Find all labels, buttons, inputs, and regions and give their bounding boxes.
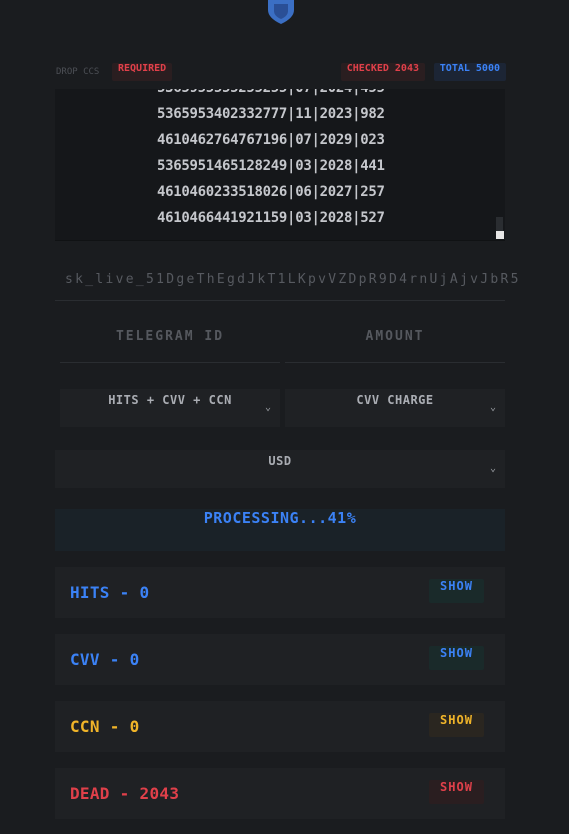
checked-count-badge: CHECKED 2043 xyxy=(340,63,425,81)
charge-select[interactable]: CVV CHARGE ⌄ xyxy=(285,389,505,427)
telegram-id-placeholder: TELEGRAM ID xyxy=(115,329,225,344)
hits-panel: HITS - 0 SHOW xyxy=(55,567,505,618)
chevron-down-icon: ⌄ xyxy=(489,463,496,474)
resize-grip-icon[interactable] xyxy=(496,231,504,239)
cards-header: DROP CCS REQUIRED CHECKED 2043 TOTAL 500… xyxy=(56,63,506,83)
required-badge: REQUIRED xyxy=(112,63,173,81)
sk-key-value: sk_live_51DgeThEgdJkT1LKpvVZDpR9D4rnUjAj… xyxy=(65,272,521,287)
amount-placeholder: AMOUNT xyxy=(365,329,425,344)
amount-input[interactable]: AMOUNT xyxy=(285,325,505,363)
telegram-id-input[interactable]: TELEGRAM ID xyxy=(60,325,280,363)
cards-line: 4610466441921159|03|2028|527 xyxy=(157,210,385,226)
currency-select-value: USD xyxy=(268,454,292,468)
show-ccn-button[interactable]: SHOW xyxy=(429,713,484,737)
dead-label: DEAD - 2043 xyxy=(70,784,180,803)
show-hits-button[interactable]: SHOW xyxy=(429,579,484,603)
cards-line: 4610460233518026|06|2027|257 xyxy=(157,184,385,200)
mode-select-value: HITS + CVV + CCN xyxy=(108,393,232,407)
shield-logo-icon xyxy=(268,0,294,24)
show-cvv-button[interactable]: SHOW xyxy=(429,646,484,670)
total-count-badge: TOTAL 5000 xyxy=(433,63,506,81)
show-dead-button[interactable]: SHOW xyxy=(429,780,484,804)
cards-line-partial: 5365955555255255|07|2024|455 xyxy=(157,89,385,96)
cards-line: 5365951465128249|03|2028|441 xyxy=(157,158,385,174)
chevron-down-icon: ⌄ xyxy=(264,402,271,413)
cards-line: 4610462764767196|07|2029|023 xyxy=(157,132,385,148)
ccn-label: CCN - 0 xyxy=(70,717,140,736)
cards-textarea[interactable]: 5365955555255255|07|2024|455 53659534023… xyxy=(55,89,505,241)
cvv-label: CVV - 0 xyxy=(70,650,140,669)
ccn-panel: CCN - 0 SHOW xyxy=(55,701,505,752)
chevron-down-icon: ⌄ xyxy=(489,402,496,413)
drop-ccs-label: DROP CCS xyxy=(56,67,100,77)
dead-panel: DEAD - 2043 SHOW xyxy=(55,768,505,819)
sk-key-input[interactable]: sk_live_51DgeThEgdJkT1LKpvVZDpR9D4rnUjAj… xyxy=(55,262,518,301)
currency-select[interactable]: USD ⌄ xyxy=(55,450,505,488)
cvv-panel: CVV - 0 SHOW xyxy=(55,634,505,685)
hits-label: HITS - 0 xyxy=(70,583,150,602)
processing-button[interactable]: PROCESSING...41% xyxy=(55,509,505,551)
mode-select[interactable]: HITS + CVV + CCN ⌄ xyxy=(60,389,280,427)
charge-select-value: CVV CHARGE xyxy=(356,393,434,407)
cards-line: 5365953402332777|11|2023|982 xyxy=(157,106,385,122)
